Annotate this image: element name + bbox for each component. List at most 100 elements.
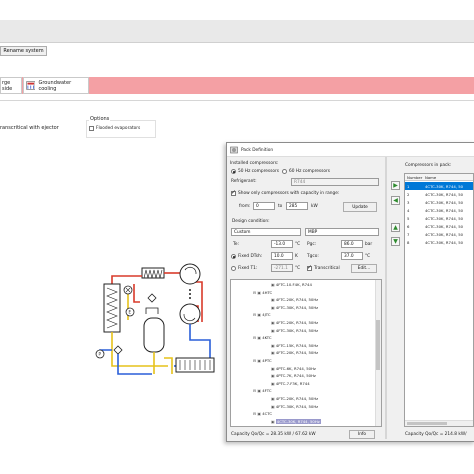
info-button[interactable]: Info [349,430,375,439]
tree-item[interactable]: ▣ 4FTC-30K, R744, 50Hz [271,328,318,333]
pgc-unit: bar [365,242,373,247]
tab-groundwater-cooling[interactable]: Groundwater cooling [23,77,89,94]
move-up-icon[interactable]: ▲ [391,223,400,232]
table-row[interactable]: 4 4CTC-30K, R744, 50 [405,206,473,214]
options-title: Options [89,116,111,122]
table-row[interactable]: 8 4CTC-30K, R744, 50 [405,238,473,246]
pack-name: 4CTC-30K, R744, 50 [425,207,464,213]
table-hscroll[interactable] [405,420,473,426]
tree-scrollbar[interactable] [375,280,381,426]
tree-item-label: 4FTC-20K, R744, 50Hz [275,350,319,356]
table-row[interactable]: 5 4CTC-30K, R744, 50 [405,214,473,222]
tree-item[interactable]: ⊟ ▣ 4JTC [253,312,270,317]
tree-item[interactable]: ▣ 4FTC-15K, R744, 50Hz [271,343,318,348]
hz50-label: 50 Hz compressors [238,169,280,174]
tree-item-label: 4FTC-15K, R744, 50Hz [275,342,319,348]
table-row[interactable]: 6 4CTC-30K, R744, 50 [405,222,473,230]
pgc-input[interactable]: 86.0 [341,240,363,248]
tree-scroll-thumb[interactable] [376,320,380,370]
pack-number: 5 [407,215,410,221]
pack-number: 2 [407,191,410,197]
tree-item[interactable]: ▣ 4FTC-30K, R744, 50Hz [271,305,318,310]
tree-item-label: 4HTC [262,289,273,295]
table-row[interactable]: 1 4CTC-30K, R744, 50 [405,182,473,190]
tree-item[interactable]: ▣ 4FTC-20K, R744, 50Hz [271,297,318,302]
tree-item-label: 4FTC-20K, R744, 50Hz [275,297,319,303]
tab-charge-side[interactable]: rge side [0,77,22,94]
compressor-tree[interactable]: ▣ 4FTC-10.F4K, R744 ⊟ ▣ 4HTC ▣ 4FTC-20K, R… [230,279,382,427]
tree-item[interactable]: ▣ 4PTC-7K, R744, 50Hz [271,373,316,378]
divider [0,100,474,101]
from-input[interactable]: 0 [253,202,275,210]
update-button[interactable]: Update [343,202,377,212]
tree-item[interactable]: ⊟ ▣ 4KTC [253,335,272,340]
tree-item-label: 4FTC-30K, R744, 50Hz [275,304,319,310]
move-left-icon[interactable]: ◀ [391,196,400,205]
fixed-dtsh-radio[interactable] [231,254,236,259]
tree-item-label: 4PTC-7K, R744, 50Hz [275,373,316,379]
te-value: -13.0 [274,241,286,247]
fixed-dtsh-label: Fixed DTsh: [238,254,263,259]
fixed-t1-radio[interactable] [231,266,236,271]
compressor-icon: ⊟ ▣ [253,312,263,318]
tree-item[interactable]: ⊟ ▣ 4FTC [253,388,271,393]
te-input[interactable]: -13.0 [271,240,293,248]
tree-item[interactable]: ▣ 4PTC-6K, R744, 50Hz [271,366,316,371]
edit-button[interactable]: Edit... [351,264,377,273]
tree-item[interactable]: ▣ 4FTC-30K, R744, 50Hz [271,404,318,409]
tree-item[interactable]: ▣ 4FTC-20K, R744, 50Hz [271,396,318,401]
to-value: 285 [289,203,298,209]
tree-item-label: 4FTC-20K, R744, 50Hz [275,320,319,325]
compressor-icon: ⊟ ▣ [253,358,263,363]
tree-item[interactable]: ⊟ ▣ 4PTC [253,358,272,363]
col-name: Name [425,175,437,180]
hz60-radio[interactable] [282,169,287,174]
rename-system-button[interactable]: Rename system [0,46,47,56]
compressor-icon [230,146,238,154]
pack-number: 4 [407,207,410,213]
fixed-dtsh-input[interactable]: 10.0 [271,252,293,260]
transcritical-label: Transcritical [314,266,340,271]
table-hscroll-thumb[interactable] [407,422,447,425]
tree-item-label: 4PTC-6K, R744, 50Hz [275,365,316,371]
table-row[interactable]: 2 4CTC-30K, R744, 50 [405,190,473,198]
compressor-icon: ⊟ ▣ [253,289,263,295]
tree-item[interactable]: ▣ 4CTC-30K, R744, 50Hz [271,418,321,424]
pack-name: 4CTC-30K, R744, 50 [425,191,464,197]
groundwater-icon [26,81,36,90]
refrigerant-select[interactable]: R744 [291,178,379,186]
flooded-evaporators-checkbox[interactable] [89,126,94,131]
tree-item[interactable]: ▣ 4PTC-7.F3K, R744 [271,381,310,386]
show-only-label: Show only compressors with capacity in r… [238,191,340,196]
kw-unit: kW [311,204,318,209]
tree-item[interactable]: ▣ 4FTC-20K, R744, 50Hz [271,350,318,355]
pack-number: 6 [407,223,410,229]
hz50-radio[interactable] [231,169,236,174]
design-condition-title: Design condition: [232,219,270,224]
move-right-icon[interactable]: ▶ [391,181,400,190]
fixed-t1-input[interactable]: -271.1 [271,264,293,272]
capacity-left-text: Capacity Qo/Qc = 28.35 kW / 67.62 kW [231,432,316,437]
tree-item-label: 4CTC-30K, R744, 50Hz [275,418,321,424]
tgco-input[interactable]: 37.0 [341,252,363,260]
tree-item-label: 4FTC-30K, R744, 50Hz [275,327,319,333]
refrigeration-cycle-diagram: E P [95,263,215,375]
to-label: to [278,204,283,209]
compressors-in-pack-table[interactable]: Number Name 1 4CTC-30K, R744, 50 2 4CTC-30K… [404,173,474,427]
mbp-select[interactable]: MBP [305,228,379,236]
tree-item[interactable]: ▣ 4FTC-20K, R744, 50Hz [271,320,318,325]
tree-item[interactable]: ⊟ ▣ 4CTC [253,411,272,416]
table-row[interactable]: 3 4CTC-30K, R744, 50 [405,198,473,206]
to-input[interactable]: 285 [286,202,308,210]
table-row[interactable]: 7 4CTC-30K, R744, 50 [405,230,473,238]
tree-item[interactable]: ▣ 4FTC-10.F4K, R744 [271,282,312,287]
move-down-icon[interactable]: ▼ [391,237,400,246]
transcritical-checkbox[interactable] [307,264,312,271]
design-select[interactable]: Custom [231,228,301,236]
t1-unit: °C [295,266,301,271]
te-unit: °C [295,242,301,247]
tree-item[interactable]: ⊟ ▣ 4HTC [253,290,272,295]
top-toolbar-band [0,20,474,42]
show-only-checkbox[interactable] [231,189,236,196]
table-header: Number Name [405,174,473,181]
